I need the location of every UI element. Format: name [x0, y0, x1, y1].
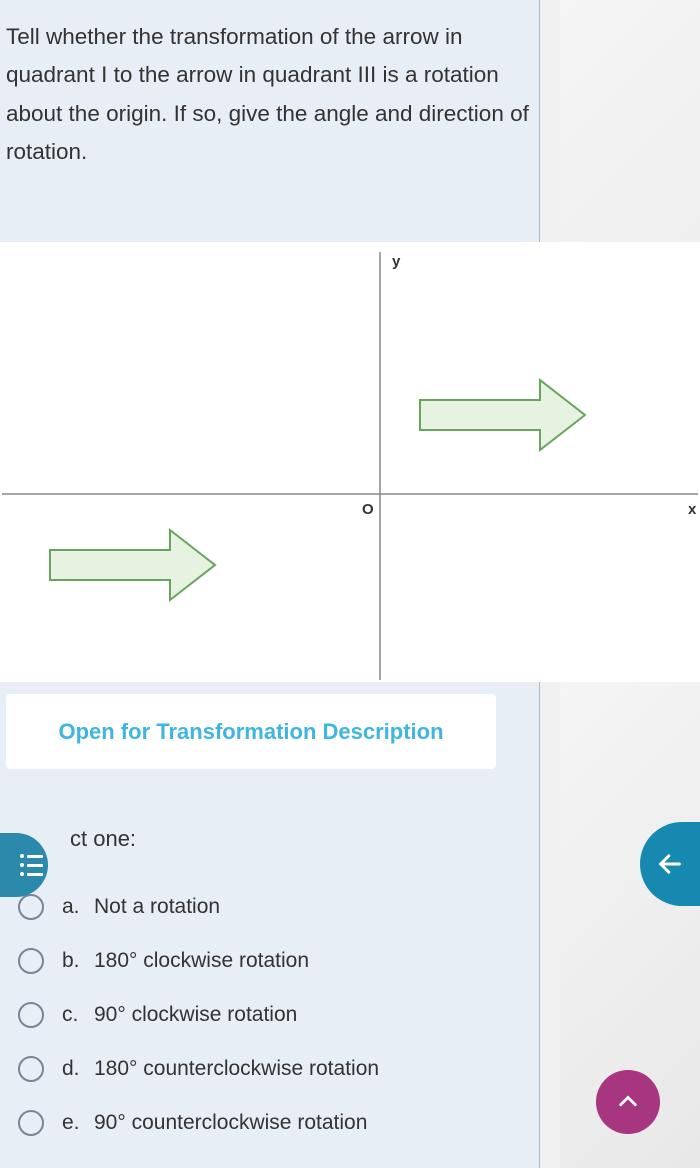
arrow-left-icon — [656, 850, 684, 878]
option-e[interactable]: e. 90° counterclockwise rotation — [0, 1096, 540, 1150]
scroll-top-button[interactable] — [596, 1070, 660, 1134]
menu-icon — [6, 854, 43, 876]
coordinate-graph: y x O — [0, 242, 700, 682]
option-text: 90° counterclockwise rotation — [94, 1111, 367, 1135]
option-b[interactable]: b. 180° clockwise rotation — [0, 934, 540, 988]
chevron-up-icon — [617, 1091, 639, 1113]
arrow-quadrant-3 — [50, 530, 215, 600]
x-axis-label: x — [688, 501, 697, 518]
option-a[interactable]: a. Not a rotation — [0, 880, 540, 934]
radio-icon — [18, 948, 44, 974]
option-c[interactable]: c. 90° clockwise rotation — [0, 988, 540, 1042]
option-letter: e. — [62, 1111, 94, 1135]
graph-container: y x O — [0, 242, 700, 682]
option-letter: b. — [62, 949, 94, 973]
option-text: 180° clockwise rotation — [94, 949, 309, 973]
radio-icon — [18, 1002, 44, 1028]
radio-icon — [18, 1110, 44, 1136]
question-text: Tell whether the transformation of the a… — [0, 0, 539, 183]
option-text: 180° counterclockwise rotation — [94, 1057, 379, 1081]
option-letter: c. — [62, 1003, 94, 1027]
origin-label: O — [362, 501, 374, 518]
select-section: ct one: a. Not a rotation b. 180° clockw… — [0, 826, 540, 1150]
open-transformation-button[interactable]: Open for Transformation Description — [6, 694, 496, 769]
option-d[interactable]: d. 180° counterclockwise rotation — [0, 1042, 540, 1096]
arrow-quadrant-1 — [420, 380, 585, 450]
option-letter: d. — [62, 1057, 94, 1081]
option-text: Not a rotation — [94, 895, 220, 919]
select-one-label: ct one: — [0, 826, 540, 852]
option-text: 90° clockwise rotation — [94, 1003, 297, 1027]
y-axis-label: y — [392, 253, 401, 270]
radio-icon — [18, 1056, 44, 1082]
radio-icon — [18, 894, 44, 920]
option-letter: a. — [62, 895, 94, 919]
